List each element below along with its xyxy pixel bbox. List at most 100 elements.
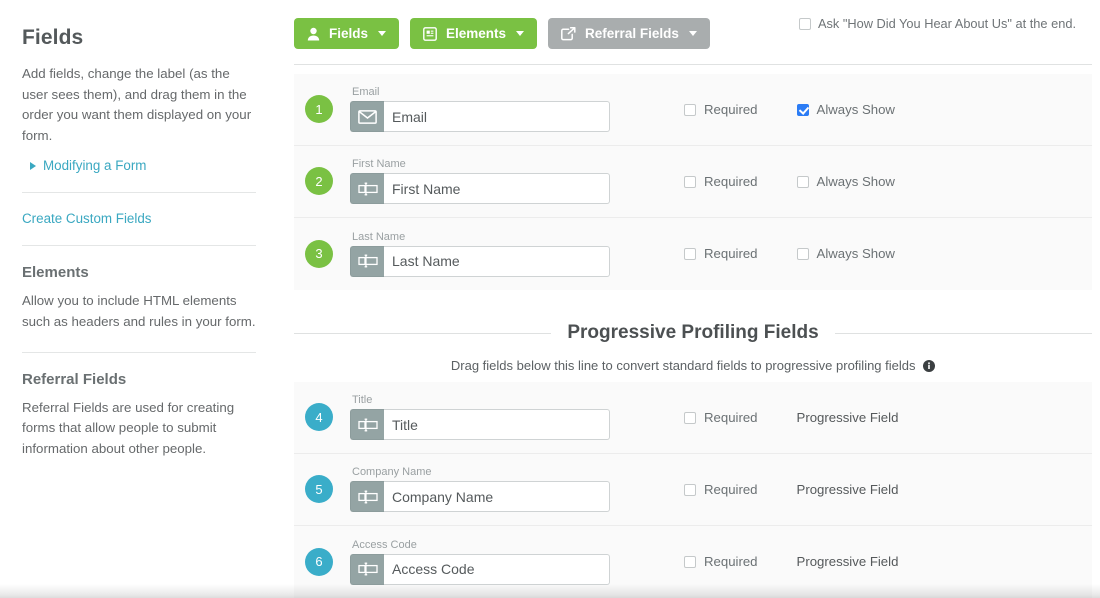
always-show-checkbox[interactable]	[796, 248, 809, 260]
field-order-number[interactable]: 2	[305, 167, 333, 195]
field-order-number[interactable]: 3	[305, 239, 333, 268]
required-label: Required	[704, 173, 758, 189]
required-checkbox[interactable]	[684, 248, 696, 260]
field-label-input[interactable]	[384, 481, 610, 512]
modifying-a-form-label[interactable]: Modifying a Form	[43, 158, 146, 173]
field-options: Required Always Show	[684, 246, 895, 261]
always-show-checkbox[interactable]	[796, 103, 809, 116]
required-option[interactable]: Required	[684, 246, 758, 261]
field-name-label: Company Name	[352, 466, 432, 478]
field-order-number[interactable]: 1	[305, 95, 333, 123]
elements-dropdown-button[interactable]: Elements	[410, 18, 538, 49]
field-input-group	[350, 173, 610, 204]
progressive-field-tag: Progressive Field	[796, 554, 899, 569]
help-sidebar: Fields Add fields, change the label (as …	[0, 0, 278, 598]
progressive-profiling-title: Progressive Profiling Fields	[567, 322, 819, 343]
required-label: Required	[704, 101, 758, 117]
header-rule-right	[834, 332, 1093, 334]
chevron-down-icon	[688, 31, 697, 36]
progressive-profiling-description-text: Drag fields below this line to convert s…	[450, 358, 916, 373]
always-show-label: Always Show	[816, 173, 895, 189]
required-checkbox[interactable]	[684, 175, 696, 188]
always-show-checkbox[interactable]	[796, 175, 809, 188]
sidebar-divider-1	[22, 192, 256, 194]
required-option[interactable]: Required	[684, 174, 758, 189]
table-row[interactable]: 4 Title Title Required Progressive Field	[294, 382, 1092, 454]
always-show-option[interactable]: Always Show	[796, 173, 895, 189]
text-field-icon	[350, 173, 384, 204]
field-name-label: Last Name	[352, 230, 406, 243]
required-label: Required	[704, 409, 758, 425]
required-option[interactable]: Required	[684, 102, 758, 117]
table-row[interactable]: 6 Access Code Access Code Required Progr…	[294, 526, 1092, 598]
sidebar-divider-3	[22, 351, 256, 353]
field-block: Access Code	[350, 539, 610, 585]
field-input-group	[350, 409, 610, 440]
required-checkbox[interactable]	[684, 483, 696, 496]
field-block: Email	[350, 86, 610, 132]
fields-dropdown-button[interactable]: Fields	[294, 18, 400, 49]
field-label-input[interactable]	[384, 245, 610, 277]
field-order-number[interactable]: 6	[305, 547, 333, 576]
person-icon	[307, 27, 320, 41]
field-name-label: Title	[352, 394, 373, 406]
ask-how-did-you-hear-label: Ask "How Did You Hear About Us" at the e…	[817, 16, 1076, 31]
always-show-label: Always Show	[816, 246, 895, 261]
text-field-icon	[350, 245, 384, 277]
referral-fields-dropdown-button[interactable]: Referral Fields	[548, 18, 710, 49]
text-field-icon	[350, 481, 384, 512]
info-icon[interactable]	[923, 360, 936, 372]
progressive-fields-list: 4 Title Title Required Progressive Field…	[278, 373, 1100, 598]
required-checkbox[interactable]	[684, 411, 696, 424]
always-show-option[interactable]: Always Show	[796, 102, 895, 117]
modifying-a-form-link[interactable]: Modifying a Form	[30, 158, 256, 173]
chevron-down-icon	[516, 31, 525, 36]
share-icon	[561, 26, 576, 41]
ask-how-did-you-hear-option[interactable]: Ask "How Did You Hear About Us" at the e…	[798, 16, 1076, 31]
header-rule-left	[294, 332, 552, 334]
field-options: Required Always Show	[684, 102, 895, 117]
required-checkbox[interactable]	[684, 103, 696, 116]
ask-how-did-you-hear-checkbox[interactable]	[798, 18, 811, 30]
table-row[interactable]: 5 Company Name Company Name Required Pro…	[294, 454, 1092, 526]
required-option[interactable]: Required	[684, 554, 758, 569]
field-block: Company Name	[350, 466, 610, 512]
field-options: Required Progressive Field	[684, 410, 898, 425]
required-option[interactable]: Required	[684, 482, 758, 497]
required-option[interactable]: Required	[684, 410, 758, 425]
progressive-field-tag: Progressive Field	[796, 481, 899, 497]
field-label-input[interactable]	[384, 173, 610, 204]
required-label: Required	[704, 481, 758, 497]
elements-description: Allow you to include HTML elements such …	[22, 293, 256, 330]
toolbar: Fields Elements Referral Fields Ask "How…	[278, 0, 1100, 49]
fields-button-label: Fields	[329, 26, 369, 41]
standard-fields-list: 1 Email Email Required Always Show 2 Fir…	[278, 65, 1100, 290]
referral-fields-heading: Referral Fields	[22, 370, 127, 388]
elements-heading: Elements	[22, 264, 89, 282]
field-label-input[interactable]	[384, 409, 610, 440]
always-show-option[interactable]: Always Show	[796, 246, 895, 261]
form-builder-main: Fields Elements Referral Fields Ask "How…	[278, 0, 1100, 598]
envelope-icon	[350, 101, 384, 132]
field-order-number[interactable]: 4	[305, 403, 333, 431]
field-block: First Name	[350, 158, 610, 204]
field-block: Title	[350, 394, 610, 440]
chevron-down-icon	[378, 31, 387, 36]
table-row[interactable]: 2 First Name First Name Required Always …	[294, 146, 1092, 218]
table-row[interactable]: 1 Email Email Required Always Show	[294, 74, 1092, 146]
create-custom-fields-link[interactable]: Create Custom Fields	[22, 211, 256, 226]
fields-description: Add fields, change the label (as the use…	[22, 66, 252, 143]
progressive-profiling-header: Progressive Profiling Fields	[294, 322, 1093, 344]
required-label: Required	[704, 554, 758, 569]
field-input-group	[350, 245, 610, 277]
table-row[interactable]: 3 Last Name Last Name Required Always Sh…	[294, 218, 1092, 290]
sidebar-divider-2	[22, 245, 256, 247]
referral-fields-description: Referral Fields are used for creating fo…	[22, 399, 235, 456]
required-checkbox[interactable]	[684, 556, 696, 568]
field-label-input[interactable]	[384, 553, 610, 585]
referral-fields-button-label: Referral Fields	[585, 26, 679, 41]
field-label-input[interactable]	[384, 101, 610, 132]
field-order-number[interactable]: 5	[305, 475, 333, 503]
elements-button-label: Elements	[446, 26, 507, 41]
document-icon	[423, 26, 437, 41]
